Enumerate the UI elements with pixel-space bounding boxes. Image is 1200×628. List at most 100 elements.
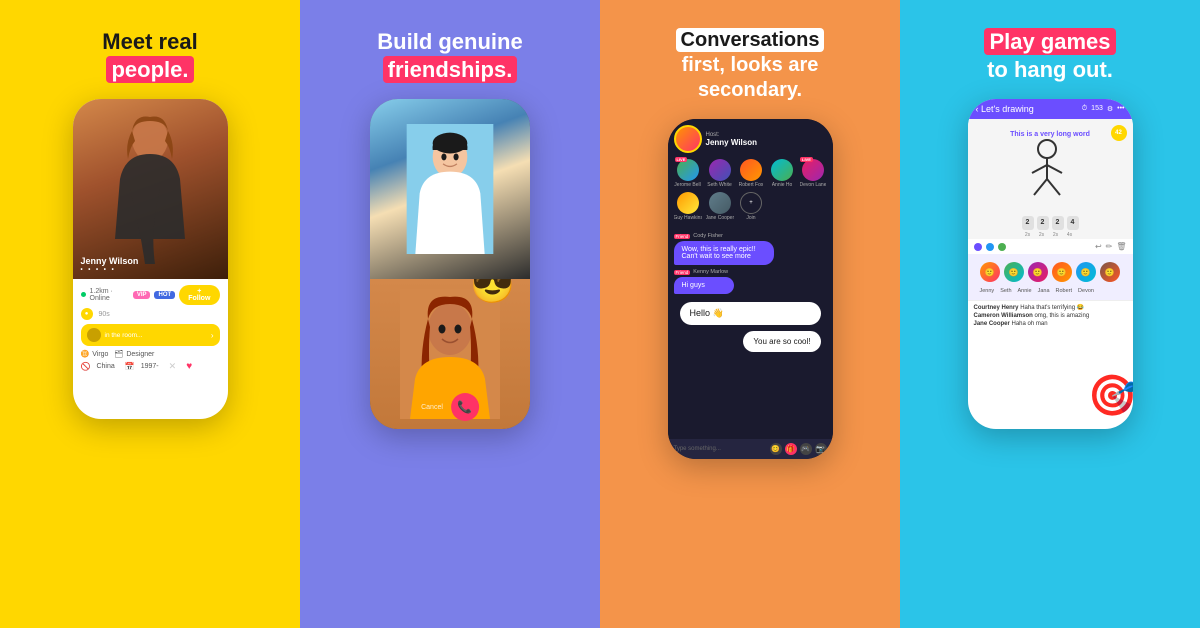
bubble-2: Hi guys bbox=[674, 277, 734, 294]
color-green[interactable] bbox=[998, 243, 1006, 251]
time-hints: 2s 2s 2s 4s bbox=[1022, 232, 1079, 238]
avatar-5: LIVE Devon Lane bbox=[800, 159, 827, 188]
panel-meet-people: Meet real people. Jenny Wilson • • • • • bbox=[0, 0, 300, 628]
chat-input-icons: 😊 🎁 🎮 📷 bbox=[770, 443, 827, 455]
host-info: Host: Jenny Wilson bbox=[706, 132, 758, 147]
bubble-1: Wow, this is really epic!! Can't wait to… bbox=[674, 241, 774, 265]
target-decoration: 🎯 bbox=[1088, 372, 1133, 419]
player-annie: 🙂 bbox=[1028, 262, 1048, 282]
online-indicator bbox=[81, 292, 86, 299]
join-avatar[interactable]: + Join bbox=[738, 192, 765, 221]
chat-line-3: Jane Cooper Haha oh man bbox=[974, 321, 1127, 327]
user-name-overlay: Jenny Wilson • • • • • bbox=[81, 256, 139, 273]
call-controls: Cancel 📞 bbox=[421, 393, 479, 421]
settings-icon[interactable]: ⚙ bbox=[1107, 105, 1113, 113]
back-button[interactable]: ‹ Let's drawing bbox=[976, 104, 1034, 114]
player-jana: 🙂 bbox=[1052, 262, 1072, 282]
live-badge-2: LIVE bbox=[800, 157, 813, 162]
calendar-icon: 📅 bbox=[125, 362, 135, 371]
message-2: Friend Kenny Marlow Hi guys bbox=[674, 269, 827, 294]
friend-tag-1: Friend bbox=[674, 234, 691, 239]
tag-virgo: ♊ Virgo bbox=[81, 350, 109, 358]
letter-box-1: 2 bbox=[1022, 216, 1034, 230]
avatar-1: LIVE Jerome Bell bbox=[674, 159, 702, 188]
game-chat: Courtney Henry Haha that's terrifying 😂 … bbox=[968, 301, 1133, 332]
avatars-grid: LIVE Jerome Bell Seth White Robert Fox A… bbox=[674, 159, 827, 221]
tool-icons: ↩ ✏ 🗑 bbox=[1095, 242, 1127, 251]
video-call-area: 😎 Cancel 📞 bbox=[370, 99, 530, 429]
eraser-icon[interactable]: ✏ bbox=[1106, 242, 1113, 251]
draw-tools: ↩ ✏ 🗑 bbox=[968, 239, 1133, 254]
more-icon[interactable]: ••• bbox=[1117, 105, 1124, 113]
phone-mockup-1: Jenny Wilson • • • • • 1.2km · Online VI… bbox=[73, 99, 228, 419]
host-avatar bbox=[674, 125, 702, 153]
timer-icon: ⏱ bbox=[1082, 105, 1087, 113]
player-names: Jenny Seth Annie Jana Robert Devon bbox=[974, 286, 1127, 296]
game-header-icons: ⏱ 153 ⚙ ••• bbox=[1082, 105, 1125, 113]
panel-conversations: Conversations first, looks are secondary… bbox=[600, 0, 900, 628]
photo-button[interactable]: 📷 bbox=[815, 443, 827, 455]
msg-avatar bbox=[87, 328, 101, 342]
letter-box-4: 4 bbox=[1067, 216, 1079, 230]
vip-badge: VIP bbox=[133, 291, 151, 299]
profile-stats-row: 1.2km · Online VIP HOT + Follow bbox=[81, 285, 220, 305]
stickman-drawing: 2 2 2 4 2s 2s 2s 4s bbox=[1022, 137, 1079, 238]
panel-friendships: Build genuine friendships. bbox=[300, 0, 600, 628]
panel-4-title: Play games to hang out. bbox=[984, 28, 1115, 83]
coin-icon: ● bbox=[81, 308, 93, 320]
bubbles-bottom: Hello 👋 You are so cool! bbox=[674, 298, 827, 356]
flags-row: 🚫 China 📅 1997- ✕ ♥ bbox=[81, 361, 220, 372]
profile-photo: Jenny Wilson • • • • • bbox=[73, 99, 228, 279]
undo-icon[interactable]: ↩ bbox=[1095, 242, 1102, 251]
message-1: Friend Cody Fisher Wow, this is really e… bbox=[674, 233, 827, 265]
chat-header: Host: Jenny Wilson LIVE Jerome Bell Seth… bbox=[668, 119, 833, 229]
hello-bubble: Hello 👋 bbox=[680, 302, 821, 325]
phone-mockup-3: Host: Jenny Wilson LIVE Jerome Bell Seth… bbox=[668, 119, 833, 459]
word-hint: This is a very long word bbox=[1010, 123, 1090, 141]
stickman-svg bbox=[1022, 137, 1072, 207]
color-purple[interactable] bbox=[974, 243, 982, 251]
chat-messages: Friend Cody Fisher Wow, this is really e… bbox=[668, 229, 833, 439]
message-preview[interactable]: in the room... › bbox=[81, 324, 220, 346]
avatar-6: Guy Hawkins bbox=[674, 192, 702, 221]
phone-mockup-4: ‹ Let's drawing ⏱ 153 ⚙ ••• This is a ve… bbox=[968, 99, 1133, 429]
player-devon: 🙂 bbox=[1100, 262, 1120, 282]
briefcase-icon: 🗂 bbox=[114, 350, 123, 358]
end-call-button[interactable]: 📞 bbox=[451, 393, 479, 421]
flag-icon: 🚫 bbox=[81, 362, 91, 371]
heart-icon[interactable]: ♥ bbox=[186, 361, 192, 372]
chat-input-bar: Type something... 😊 🎁 🎮 📷 bbox=[668, 439, 833, 459]
close-icon[interactable]: ✕ bbox=[169, 361, 177, 372]
letter-box-3: 2 bbox=[1052, 216, 1064, 230]
profile-info: 1.2km · Online VIP HOT + Follow ● 90s in… bbox=[73, 279, 228, 380]
male-silhouette bbox=[405, 124, 495, 254]
sunglasses-emoji: 😎 bbox=[470, 279, 515, 306]
profile-coins-row: ● 90s bbox=[81, 308, 220, 320]
clear-icon[interactable]: 🗑 bbox=[1116, 242, 1126, 251]
panel-3-title: Conversations first, looks are secondary… bbox=[676, 28, 825, 103]
panel-1-title: Meet real people. bbox=[102, 28, 197, 83]
avatar-4: Annie Ho bbox=[769, 159, 796, 188]
chat-line-2: Cameron Williamson omg, this is amazing bbox=[974, 313, 1127, 319]
panel-2-title: Build genuine friendships. bbox=[377, 28, 522, 83]
male-person bbox=[370, 99, 530, 279]
emoji-button[interactable]: 😊 bbox=[770, 443, 782, 455]
video-top-feed bbox=[370, 99, 530, 279]
player-jenny: 🙂 bbox=[980, 262, 1000, 282]
tags-row: ♊ Virgo 🗂 Designer bbox=[81, 350, 220, 358]
live-badge: LIVE bbox=[675, 157, 688, 162]
chat-line-1: Courtney Henry Haha that's terrifying 😂 bbox=[974, 304, 1127, 311]
friend-tag-2: Friend bbox=[674, 270, 691, 275]
gift-button[interactable]: 🎁 bbox=[785, 443, 797, 455]
game-button[interactable]: 🎮 bbox=[800, 443, 812, 455]
virgo-icon: ♊ bbox=[81, 350, 90, 358]
host-row: Host: Jenny Wilson bbox=[674, 125, 827, 153]
avatar-3: Robert Fox bbox=[738, 159, 765, 188]
tag-designer: 🗂 Designer bbox=[114, 350, 154, 358]
game-header: ‹ Let's drawing ⏱ 153 ⚙ ••• bbox=[968, 99, 1133, 119]
panel-games: Play games to hang out. ‹ Let's drawing … bbox=[900, 0, 1200, 628]
follow-button[interactable]: + Follow bbox=[179, 285, 219, 305]
join-button[interactable]: + bbox=[740, 192, 762, 214]
color-blue[interactable] bbox=[986, 243, 994, 251]
game-canvas: This is a very long word 42 bbox=[968, 119, 1133, 239]
